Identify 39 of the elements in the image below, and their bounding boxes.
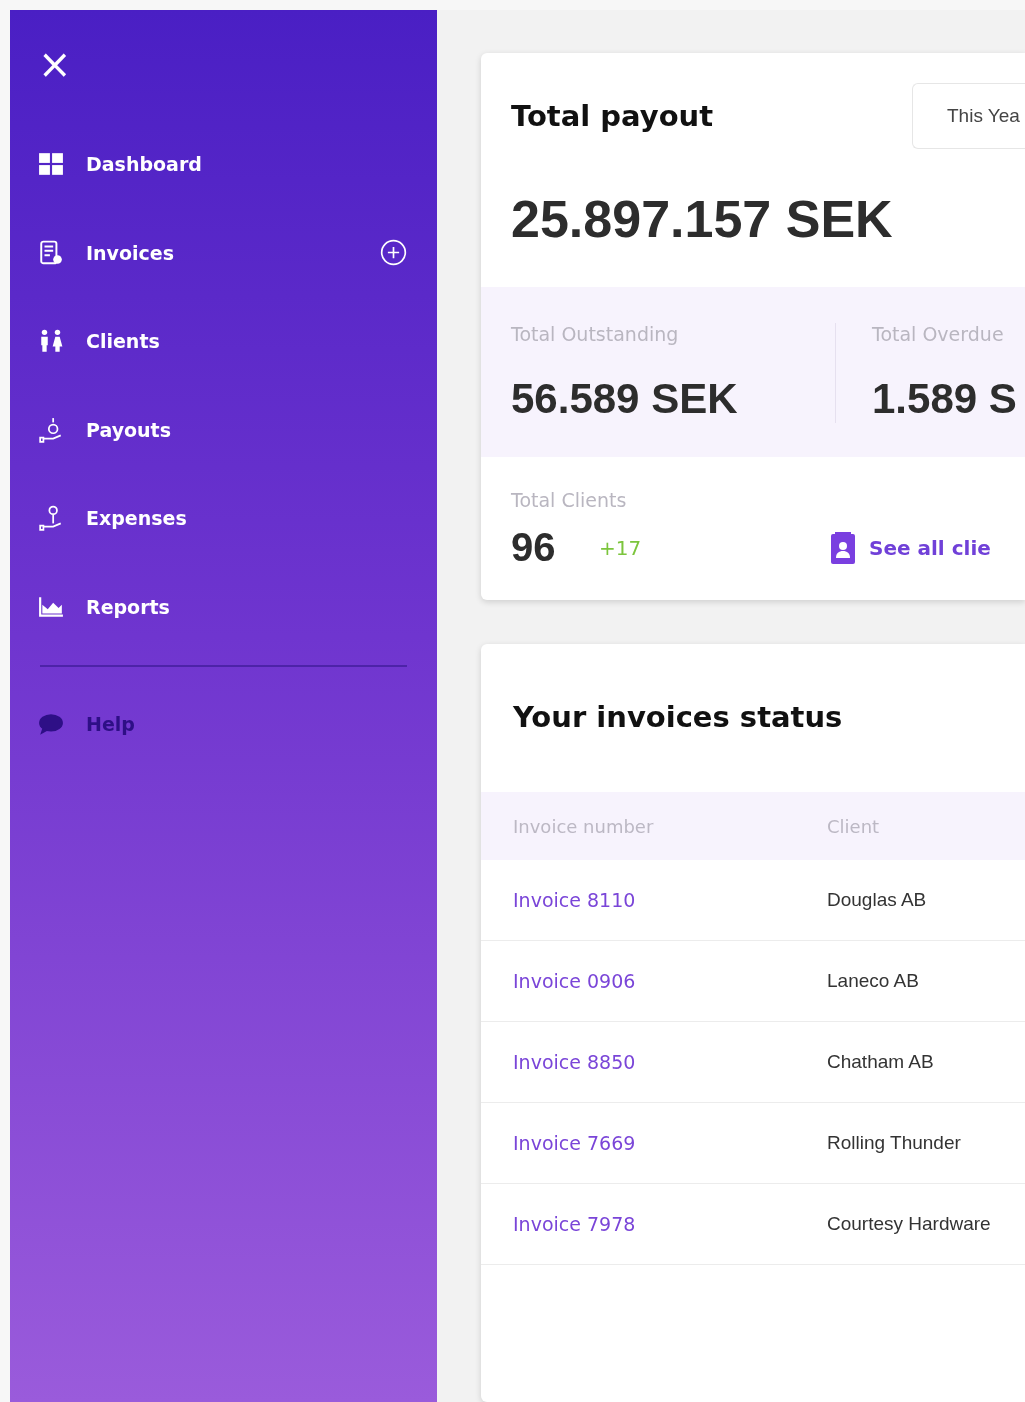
client-change: +17 (599, 535, 643, 560)
client-name: Chatham AB (827, 1051, 935, 1073)
stat-value: 56.589 SEK (511, 375, 739, 423)
client-name: Rolling Thunder (827, 1132, 962, 1154)
see-all-link[interactable]: See all clie (831, 531, 991, 564)
people-icon (38, 328, 64, 355)
card-title: Total payout (511, 99, 714, 133)
total-amount: 25.897.157 SEK (510, 189, 894, 250)
chat-bubble-icon (38, 711, 64, 737)
client-count: 96 (511, 525, 557, 570)
stat-label: Total Clients (511, 489, 628, 511)
dashboard-icon (38, 151, 64, 178)
nav-item[interactable]: Expenses (86, 507, 407, 530)
period-dropdown[interactable]: This Yea (912, 83, 1025, 149)
nav-item[interactable]: Clients (86, 330, 407, 353)
invoice-link[interactable]: Invoice 8110 (513, 889, 636, 911)
client-name: Douglas AB (827, 889, 928, 911)
pin-hand-icon (38, 505, 64, 532)
invoice-link[interactable]: Invoice 7978 (513, 1213, 636, 1235)
client-name: Laneco AB (827, 970, 920, 992)
client-name: Courtesy Hardware (827, 1213, 992, 1235)
invoice-icon (38, 239, 64, 266)
invoice-link[interactable]: Invoice 7669 (513, 1132, 636, 1154)
nav-item[interactable]: Reports (86, 595, 407, 618)
stat-label: Total Outstanding (511, 323, 680, 345)
contacts-icon (831, 531, 855, 564)
stat-label: Total Overdue (872, 323, 1005, 345)
nav-item[interactable]: Payouts (86, 418, 407, 441)
invoice-link[interactable]: Invoice 0906 (513, 970, 636, 992)
add-icon[interactable] (380, 239, 407, 267)
coin-hand-icon (38, 416, 64, 443)
column-header: Client (827, 815, 881, 837)
stat-value: 1.589 S (872, 375, 1018, 423)
nav-item[interactable]: Dashboard (86, 153, 407, 176)
card-title: Your invoices status (512, 699, 844, 736)
column-header: Invoice number (513, 815, 655, 837)
nav-item[interactable]: Invoices (86, 241, 358, 264)
invoice-link[interactable]: Invoice 8850 (513, 1051, 636, 1073)
close-button[interactable]: × (38, 48, 68, 80)
